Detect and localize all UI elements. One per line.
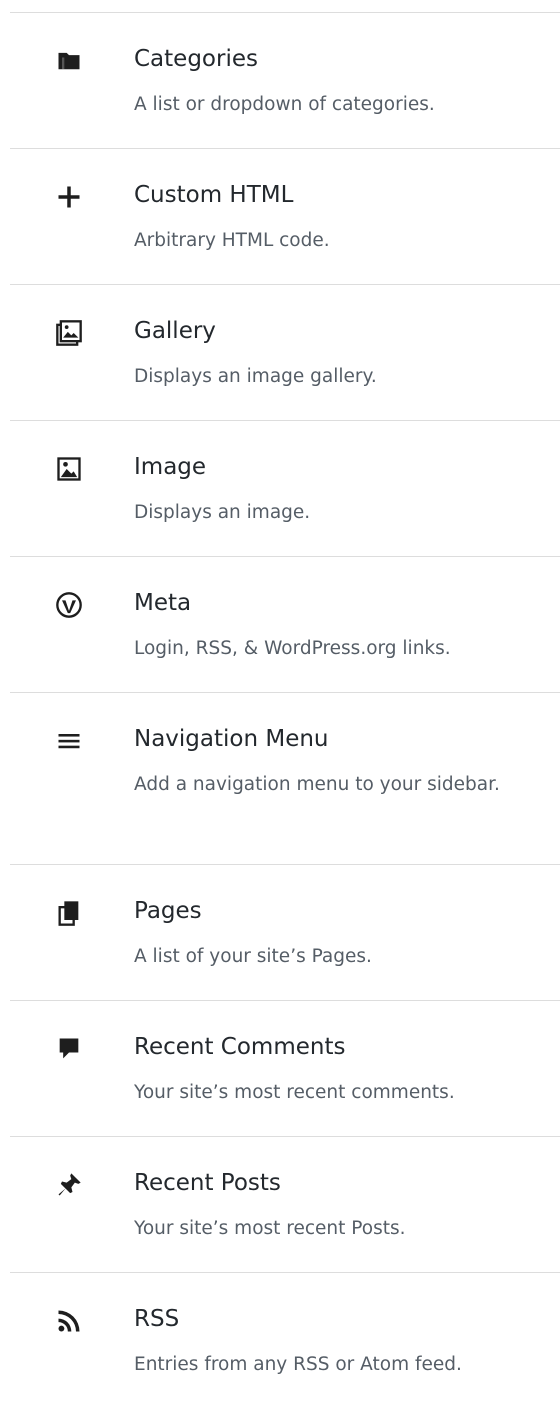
widget-description: A list or dropdown of categories. [134, 94, 435, 115]
widget-item-recent-posts[interactable]: Recent Posts Your site’s most recent Pos… [10, 1137, 560, 1273]
widget-item-pages[interactable]: Pages A list of your site’s Pages. [10, 865, 560, 1001]
folder-icon [54, 46, 84, 76]
widget-title: Recent Comments [134, 1034, 346, 1060]
widget-title: Navigation Menu [134, 726, 329, 752]
widget-item-custom-html[interactable]: Custom HTML Arbitrary HTML code. [10, 149, 560, 285]
menu-icon [54, 726, 84, 756]
widget-description: Your site’s most recent comments. [134, 1082, 455, 1103]
image-icon [54, 454, 84, 484]
rss-icon [54, 1306, 84, 1336]
widget-description: Login, RSS, & WordPress.org links. [134, 638, 451, 659]
widget-title: Pages [134, 898, 202, 924]
widget-item-navigation-menu[interactable]: Navigation Menu Add a navigation menu to… [10, 693, 560, 865]
widget-description: Displays an image gallery. [134, 366, 377, 387]
widget-title: Gallery [134, 318, 216, 344]
widget-item-recent-comments[interactable]: Recent Comments Your site’s most recent … [10, 1001, 560, 1137]
widget-description: Add a navigation menu to your sidebar. [134, 774, 500, 795]
wordpress-icon [54, 590, 84, 620]
pin-icon [54, 1170, 84, 1200]
widget-title: RSS [134, 1306, 180, 1332]
pages-icon [54, 898, 84, 928]
widget-title: Meta [134, 590, 192, 616]
widget-item-image[interactable]: Image Displays an image. [10, 421, 560, 557]
widget-description: A list of your site’s Pages. [134, 946, 372, 967]
widget-list: Categories A list or dropdown of categor… [0, 0, 560, 1408]
widget-title: Custom HTML [134, 182, 294, 208]
gallery-icon [54, 318, 84, 348]
widget-item-gallery[interactable]: Gallery Displays an image gallery. [10, 285, 560, 421]
widget-description: Displays an image. [134, 502, 311, 523]
widget-item-meta[interactable]: Meta Login, RSS, & WordPress.org links. [10, 557, 560, 693]
widget-title: Recent Posts [134, 1170, 281, 1196]
widget-title: Categories [134, 46, 258, 72]
comment-icon [54, 1034, 84, 1064]
widget-description: Your site’s most recent Posts. [134, 1218, 406, 1239]
widget-description: Entries from any RSS or Atom feed. [134, 1354, 462, 1375]
widget-description: Arbitrary HTML code. [134, 230, 330, 251]
widget-item-rss[interactable]: RSS Entries from any RSS or Atom feed. [10, 1273, 560, 1408]
top-divider [10, 0, 560, 13]
plus-icon [54, 182, 84, 212]
widget-item-categories[interactable]: Categories A list or dropdown of categor… [10, 13, 560, 149]
widget-title: Image [134, 454, 207, 480]
